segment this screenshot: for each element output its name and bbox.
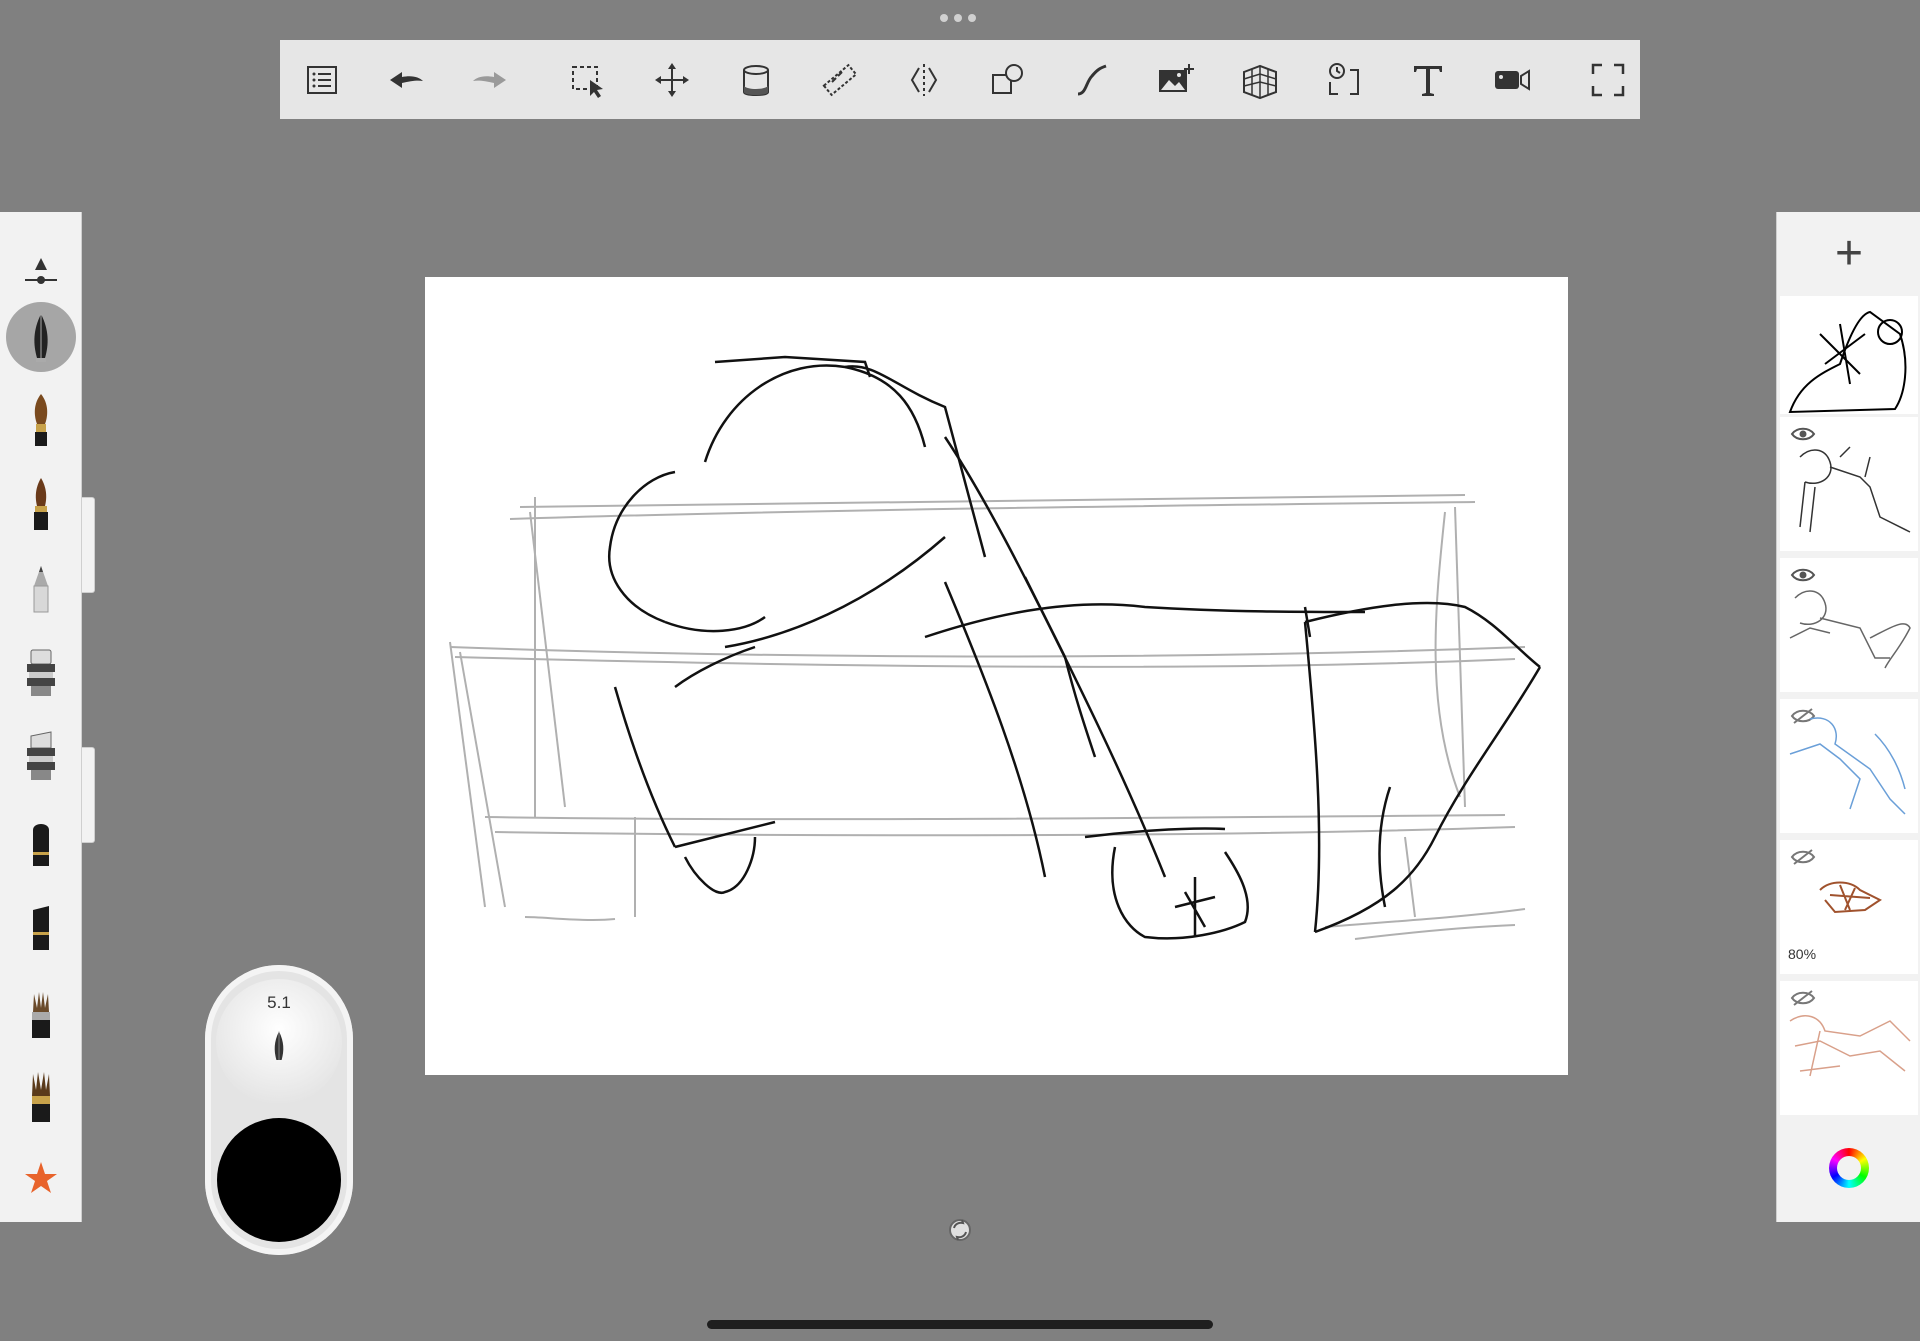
paint-brush-icon[interactable] [0, 380, 82, 460]
selection-icon[interactable] [546, 40, 630, 119]
layer-thumbnail[interactable] [1780, 417, 1918, 551]
layer-thumb-3 [1789, 590, 1911, 669]
current-color-swatch[interactable] [217, 1118, 341, 1242]
perspective-grid-icon[interactable] [1218, 40, 1302, 119]
layer-thumbnail[interactable] [1780, 296, 1918, 414]
top-drag-handle[interactable] [940, 14, 980, 24]
layer-thumbnail[interactable]: 80% [1780, 840, 1918, 974]
marker-brush-icon[interactable] [0, 464, 82, 544]
brush-set-tab-upper[interactable] [82, 497, 95, 593]
soft-eraser-icon[interactable] [0, 804, 82, 884]
color-picker-icon[interactable] [1829, 1148, 1869, 1188]
canvas-rotate-icon[interactable] [947, 1217, 973, 1243]
airbrush-icon[interactable] [0, 632, 82, 712]
main-toolbar [280, 40, 1640, 119]
text-icon[interactable] [1386, 40, 1470, 119]
inking-pen-icon [274, 1031, 284, 1060]
fullscreen-icon[interactable] [1566, 40, 1650, 119]
layer-thumbnail[interactable] [1780, 699, 1918, 833]
layer-thumbnail[interactable] [1780, 558, 1918, 692]
undo-icon[interactable] [364, 40, 448, 119]
brush-set-tab-lower[interactable] [82, 747, 95, 843]
layer-opacity-label: 80% [1788, 946, 1817, 962]
shapes-icon[interactable] [966, 40, 1050, 119]
record-video-icon[interactable] [1470, 40, 1554, 119]
time-lapse-icon[interactable] [1302, 40, 1386, 119]
brush-size-value: 5.1 [267, 993, 291, 1012]
layer-thumb-1 [1788, 310, 1907, 414]
brush-library [0, 212, 82, 1222]
transform-icon[interactable] [630, 40, 714, 119]
drawing-canvas[interactable] [425, 277, 1568, 1075]
bristle-brush-icon[interactable] [0, 974, 82, 1054]
layers-panel: + 80% [1776, 212, 1920, 1222]
add-layer-button[interactable]: + [1777, 212, 1920, 294]
favorites-star-icon[interactable] [0, 1138, 82, 1218]
textured-airbrush-icon[interactable] [0, 716, 82, 796]
layer-thumb-6 [1789, 1015, 1911, 1077]
symmetry-icon[interactable] [882, 40, 966, 119]
brush-size-knob[interactable]: 5.1 [216, 979, 342, 1105]
artwork-sketch [449, 355, 1542, 940]
layer-thumb-2 [1799, 446, 1911, 533]
curve-icon[interactable] [1050, 40, 1134, 119]
layers-list-icon[interactable] [280, 40, 364, 119]
pencil-icon[interactable] [0, 548, 82, 628]
hard-eraser-icon[interactable] [0, 888, 82, 968]
brush-puck: 5.1 [205, 965, 353, 1255]
flat-brush-icon[interactable] [0, 1058, 82, 1138]
redo-icon[interactable] [448, 40, 532, 119]
layer-thumb-4 [1789, 717, 1906, 815]
inking-pen-brush[interactable] [0, 298, 82, 378]
layer-thumbnail[interactable] [1780, 981, 1918, 1115]
fill-bucket-icon[interactable] [714, 40, 798, 119]
home-indicator[interactable] [707, 1320, 1213, 1329]
import-image-icon[interactable] [1134, 40, 1218, 119]
ruler-icon[interactable] [798, 40, 882, 119]
